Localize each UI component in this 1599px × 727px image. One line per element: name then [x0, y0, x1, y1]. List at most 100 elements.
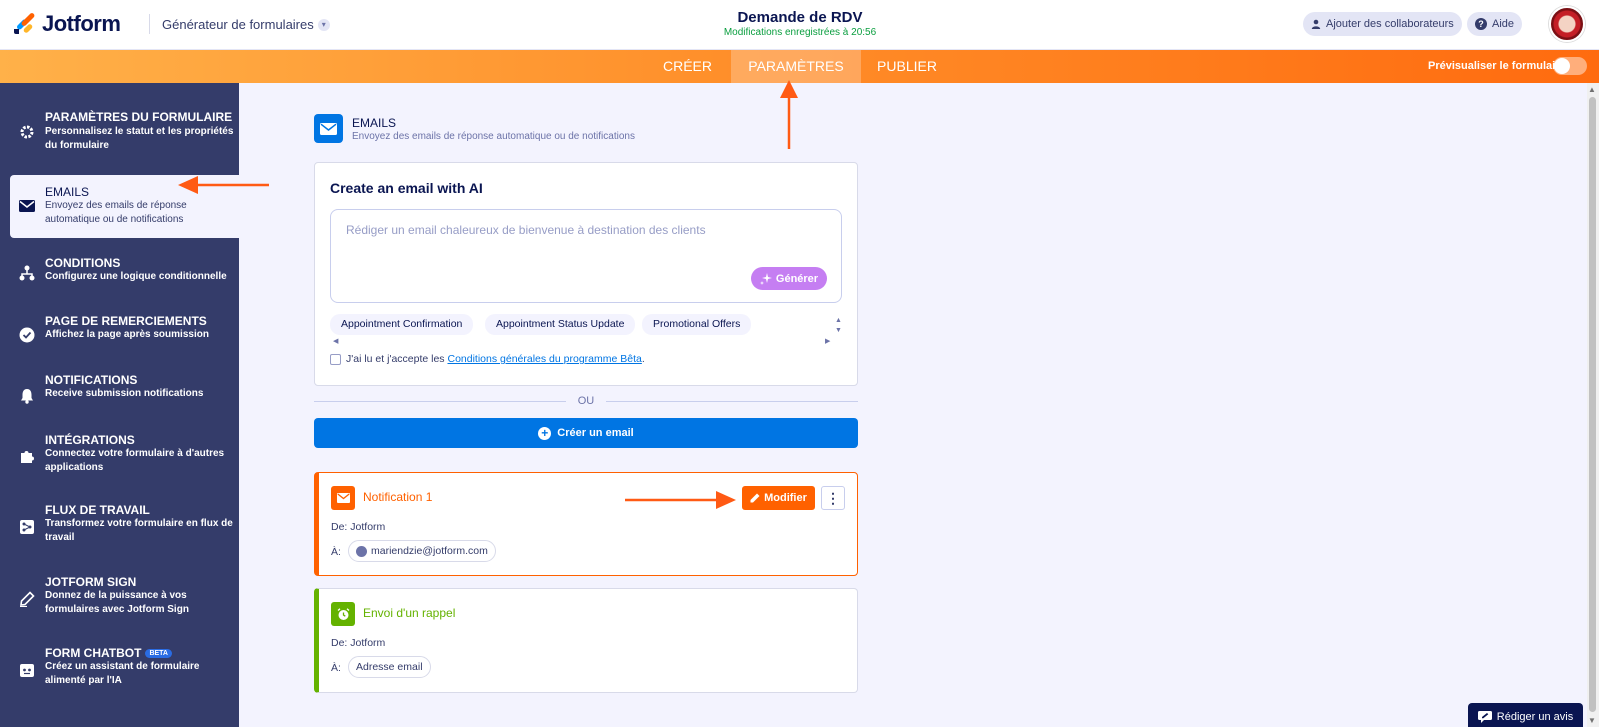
- tab-publier[interactable]: PUBLIER: [867, 50, 947, 83]
- main-nav: CRÉER PARAMÈTRES PUBLIER Prévisualiser l…: [0, 50, 1599, 83]
- sidebar-item-emails[interactable]: EMAILS Envoyez des emails de réponse aut…: [10, 175, 239, 238]
- suggestion-chip[interactable]: Appointment Confirmation: [330, 314, 474, 335]
- sidebar-item-desc: Transformez votre formulaire en flux de …: [45, 518, 233, 543]
- email-from: De: Jotform: [331, 637, 385, 649]
- form-title[interactable]: Demande de RDV: [640, 9, 960, 26]
- tab-parametres[interactable]: PARAMÈTRES: [731, 50, 861, 83]
- emails-section-icon: [314, 114, 343, 143]
- user-avatar[interactable]: [1549, 6, 1585, 42]
- sidebar-item-desc: Affichez la page après soumission: [45, 329, 209, 340]
- edit-label: Modifier: [764, 492, 807, 504]
- builder-dropdown[interactable]: Générateur de formulaires ▾: [162, 17, 330, 32]
- pen-icon: [18, 590, 36, 608]
- sidebar-item-conditions[interactable]: CONDITIONS Configurez une logique condit…: [0, 253, 239, 293]
- add-collaborators-button[interactable]: Ajouter des collaborateurs: [1303, 12, 1462, 36]
- terms-checkbox[interactable]: [330, 353, 341, 365]
- sidebar-item-workflow[interactable]: FLUX DE TRAVAIL Transformez votre formul…: [0, 503, 239, 551]
- email-card-reminder[interactable]: Envoi d'un rappel De: Jotform À: Adresse…: [314, 588, 858, 693]
- puzzle-icon: [18, 447, 36, 465]
- terms-prefix: J'ai lu et j'accepte les: [346, 353, 448, 365]
- sidebar-item-desc: Créez un assistant de formulaire aliment…: [45, 661, 200, 686]
- sidebar-item-title: EMAILS: [45, 185, 90, 199]
- sidebar-item-title: NOTIFICATIONS: [45, 373, 138, 387]
- create-email-button[interactable]: + Créer un email: [314, 418, 858, 448]
- sidebar-item-desc: Configurez une logique conditionnelle: [45, 271, 227, 282]
- from-label: De:: [331, 637, 348, 649]
- review-icon: [1477, 711, 1492, 723]
- more-options-icon[interactable]: ⋮: [821, 486, 845, 510]
- sidebar-item-thank-you-page[interactable]: PAGE DE REMERCIEMENTS Affichez la page a…: [0, 313, 239, 353]
- ai-email-card: Create an email with AI Générer Appointm…: [314, 162, 858, 386]
- terms-link[interactable]: Conditions générales du programme Bêta: [447, 353, 641, 365]
- plus-icon: +: [538, 426, 552, 440]
- preview-label: Prévisualiser le formulaire: [1428, 60, 1566, 72]
- sidebar-item-integrations[interactable]: INTÉGRATIONS Connectez votre formulaire …: [0, 433, 239, 481]
- help-icon: ?: [1475, 18, 1487, 30]
- tab-creer[interactable]: CRÉER: [650, 50, 725, 83]
- scroll-down-icon[interactable]: ▼: [1588, 716, 1596, 725]
- sidebar-item-desc: Donnez de la puissance à vos formulaires…: [45, 590, 189, 615]
- write-review-button[interactable]: Rédiger un avis: [1468, 703, 1583, 727]
- check-circle-icon: [18, 326, 36, 344]
- email-from: De: Jotform: [331, 521, 385, 533]
- bell-icon: [18, 387, 36, 405]
- beta-badge: BETA: [145, 649, 172, 659]
- sparkle-icon: [759, 272, 772, 285]
- ai-card-title: Create an email with AI: [330, 180, 483, 196]
- sidebar-item-title-text: FORM CHATBOT: [45, 646, 142, 660]
- sidebar-item-title: INTÉGRATIONS: [45, 433, 135, 447]
- scroll-left-icon[interactable]: ◀: [333, 337, 338, 345]
- sidebar-item-desc: Connectez votre formulaire à d'autres ap…: [45, 448, 225, 473]
- scroll-up-icon[interactable]: ▲: [835, 317, 842, 324]
- jotform-logo[interactable]: Jotform: [14, 11, 121, 37]
- email-card-notification[interactable]: Notification 1 De: Jotform À: mariendzie…: [314, 472, 858, 576]
- to-label: À:: [331, 546, 341, 558]
- from-label: De:: [331, 521, 348, 533]
- builder-label: Générateur de formulaires: [162, 17, 314, 32]
- terms-suffix: .: [641, 353, 645, 365]
- section-subtitle: Envoyez des emails de réponse automatiqu…: [352, 131, 635, 142]
- header-divider: [149, 14, 150, 34]
- sidebar-item-desc: Envoyez des emails de réponse automatiqu…: [45, 200, 187, 225]
- help-label: Aide: [1492, 18, 1515, 30]
- scroll-thumb[interactable]: [1589, 97, 1596, 712]
- sidebar-item-notifications[interactable]: NOTIFICATIONS Receive submission notific…: [0, 373, 239, 413]
- suggestion-chip[interactable]: Appointment Status Update: [485, 314, 636, 335]
- help-button[interactable]: ? Aide: [1467, 12, 1523, 36]
- edit-email-button[interactable]: Modifier: [742, 486, 815, 510]
- chevron-down-icon: ▾: [317, 18, 330, 31]
- create-email-label: Créer un email: [557, 427, 634, 439]
- generate-label: Générer: [775, 272, 819, 285]
- sidebar-item-title: PARAMÈTRES DU FORMULAIRE: [45, 110, 233, 124]
- sidebar-item-form-settings[interactable]: PARAMÈTRES DU FORMULAIRE Personnalisez l…: [0, 101, 239, 159]
- gear-icon: [18, 123, 36, 141]
- suggestion-chip[interactable]: Promotional Offers: [642, 314, 752, 335]
- scroll-right-icon[interactable]: ▶: [825, 337, 830, 345]
- sidebar-item-title: JOTFORM SIGN: [45, 575, 137, 589]
- from-value: Jotform: [350, 637, 386, 649]
- email-title: Notification 1: [363, 490, 433, 504]
- generate-button[interactable]: Générer: [751, 267, 827, 290]
- preview-toggle[interactable]: [1553, 57, 1587, 75]
- scroll-down-icon[interactable]: ▼: [835, 327, 842, 334]
- or-divider-left: [314, 401, 566, 402]
- sidebar-item-jotform-sign[interactable]: JOTFORM SIGN Donnez de la puissance à vo…: [0, 575, 239, 623]
- scroll-up-icon[interactable]: ▲: [1588, 85, 1596, 94]
- section-title: EMAILS: [352, 116, 397, 130]
- sidebar-item-title: CONDITIONS: [45, 256, 121, 270]
- or-divider-right: [606, 401, 858, 402]
- sidebar-item-form-chatbot[interactable]: FORM CHATBOT BETA Créez un assistant de f…: [0, 646, 239, 694]
- sidebar-item-desc: Personnalisez le statut et les propriété…: [45, 126, 234, 151]
- page-scrollbar[interactable]: ▲ ▼: [1587, 83, 1599, 727]
- hierarchy-icon: [18, 264, 36, 282]
- sidebar-item-title: FORM CHATBOT BETA: [45, 646, 172, 660]
- add-collaborators-label: Ajouter des collaborateurs: [1326, 18, 1454, 30]
- chatbot-icon: [18, 661, 36, 679]
- sidebar-item-desc: Receive submission notifications: [45, 388, 204, 399]
- sidebar-item-title: PAGE DE REMERCIEMENTS: [45, 314, 207, 328]
- settings-sidebar: PARAMÈTRES DU FORMULAIRE Personnalisez l…: [0, 83, 239, 727]
- recipient-chip: Adresse email: [348, 656, 431, 678]
- jotform-logo-icon: [14, 12, 36, 35]
- pencil-icon: [750, 493, 760, 503]
- terms-text: J'ai lu et j'accepte les Conditions géné…: [346, 353, 645, 365]
